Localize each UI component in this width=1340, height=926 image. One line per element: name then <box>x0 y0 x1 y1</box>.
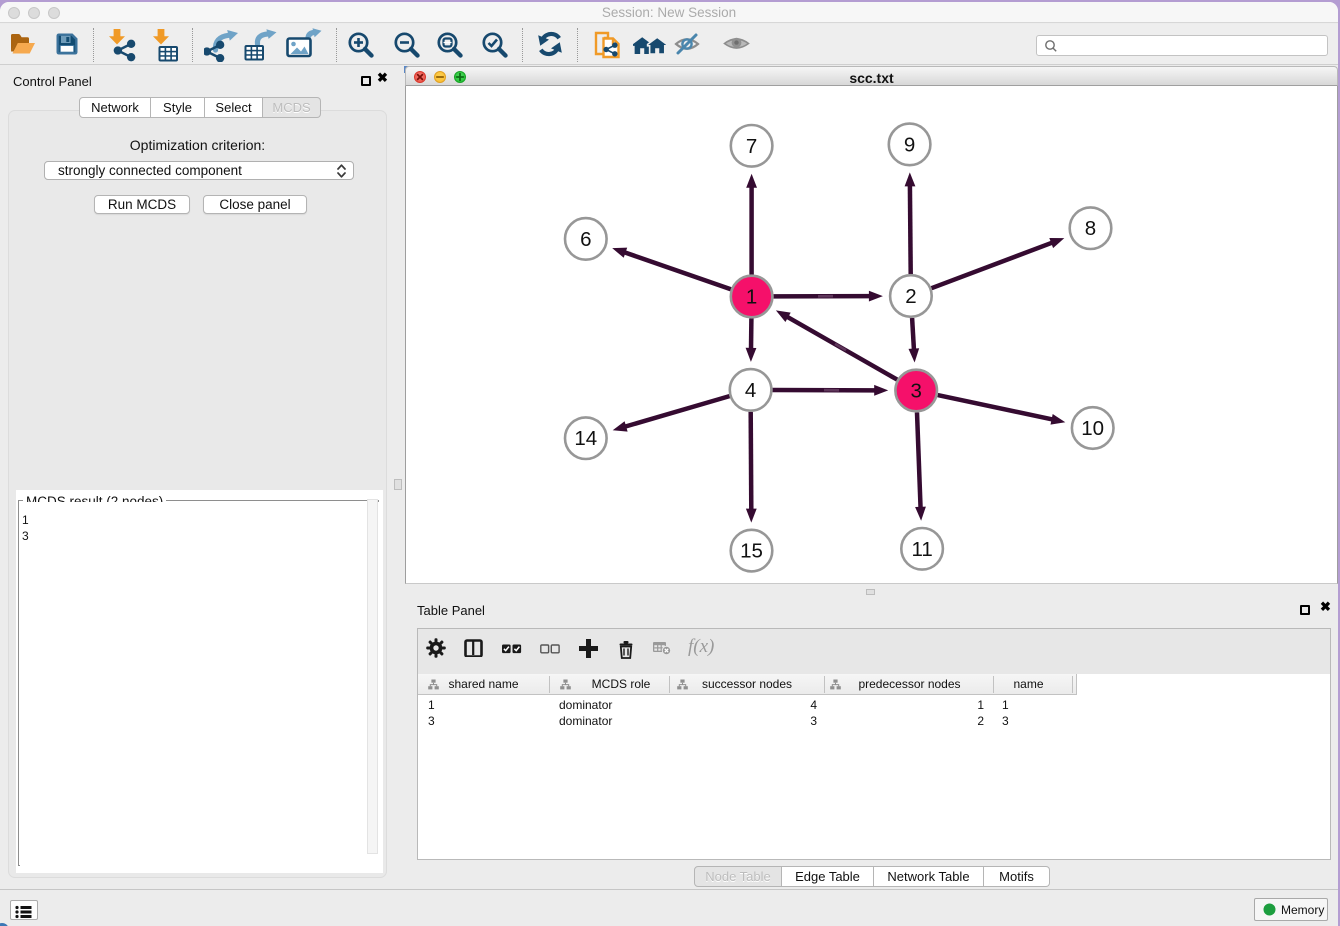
svg-text:4: 4 <box>745 379 756 402</box>
svg-text:10: 10 <box>1081 417 1104 440</box>
svg-text:6: 6 <box>580 228 591 251</box>
svg-text:1: 1 <box>746 286 757 309</box>
svg-text:2: 2 <box>905 285 916 308</box>
svg-text:8: 8 <box>1085 217 1096 240</box>
svg-text:7: 7 <box>746 135 757 158</box>
svg-text:14: 14 <box>574 427 597 450</box>
svg-text:9: 9 <box>904 133 915 156</box>
svg-text:11: 11 <box>911 538 932 561</box>
svg-text:15: 15 <box>740 540 763 563</box>
svg-text:3: 3 <box>910 380 921 403</box>
